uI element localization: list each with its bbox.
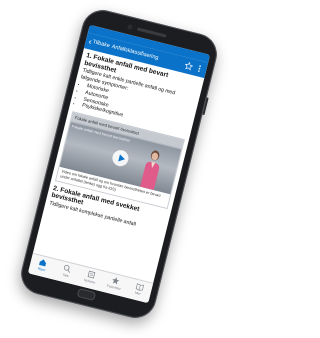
tab-label: Hjem [37, 266, 46, 273]
more-icon[interactable] [195, 64, 205, 74]
play-button[interactable] [110, 148, 131, 169]
star-icon[interactable] [184, 61, 194, 71]
tab-search[interactable]: Søk [55, 262, 78, 279]
home-indicator [76, 287, 97, 302]
side-button [202, 97, 209, 116]
tab-news[interactable]: Nyheter [80, 268, 103, 285]
tab-label: Søk [62, 272, 70, 279]
phone-frame: ‹ Tilbake Anfallsklassifisering 1. Fokal… [16, 5, 222, 323]
back-label: Tilbake [92, 39, 111, 50]
play-icon [118, 154, 125, 162]
front-camera [126, 24, 133, 31]
phone-screen: ‹ Tilbake Anfallsklassifisering 1. Fokal… [27, 24, 211, 304]
presenter-figure [140, 150, 160, 191]
tab-label: Favoritter [106, 283, 122, 292]
tab-favorites[interactable]: Favoritter [104, 274, 127, 291]
tab-home[interactable]: Hjem [31, 256, 54, 273]
earpiece-speaker [136, 27, 167, 38]
tab-more[interactable]: Mer [128, 280, 151, 297]
tab-label: Mer [134, 290, 142, 297]
content-area: 1. Fokale anfall med bevart bevissthet T… [45, 48, 205, 235]
